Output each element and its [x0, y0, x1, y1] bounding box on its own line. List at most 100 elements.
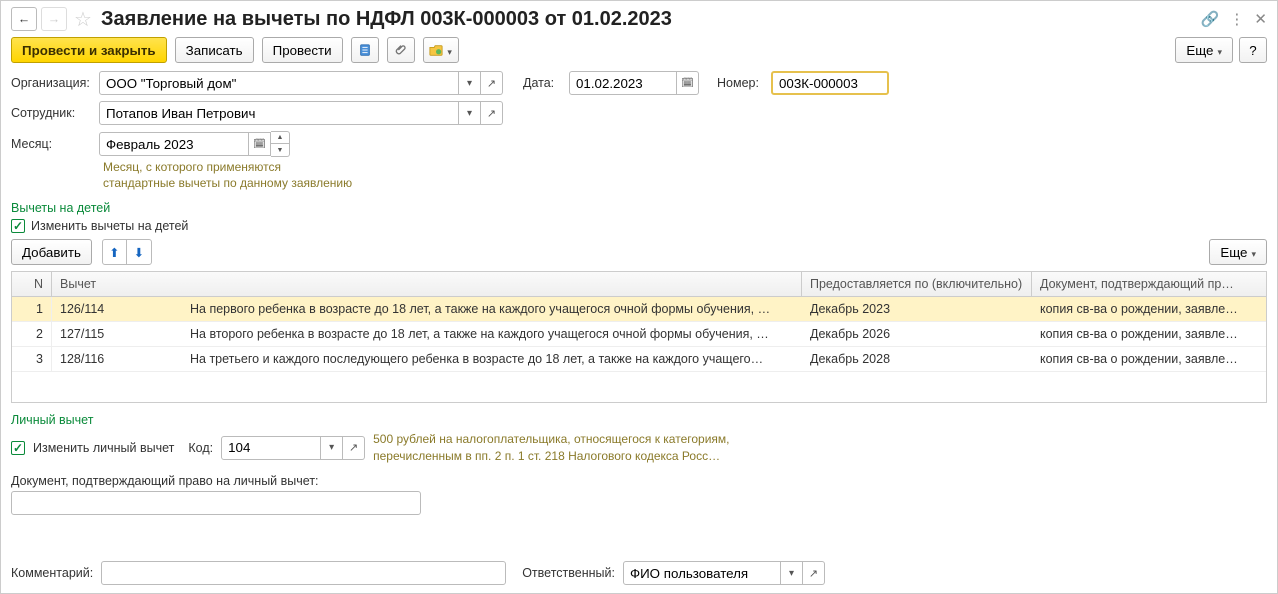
- grid-header: N Вычет Предоставляется по (включительно…: [12, 272, 1266, 297]
- cell-n: 2: [12, 322, 52, 346]
- chevron-down-icon: [1213, 43, 1222, 58]
- section-children-title: Вычеты на детей: [11, 201, 1267, 215]
- number-input[interactable]: [771, 71, 889, 95]
- label-comment: Комментарий:: [11, 566, 93, 580]
- open-icon: ↗: [487, 77, 496, 90]
- cell-until: Декабрь 2026: [802, 322, 1032, 346]
- label-code: Код:: [188, 441, 213, 455]
- report-icon-button[interactable]: [351, 37, 379, 63]
- change-personal-label: Изменить личный вычет: [33, 441, 174, 455]
- children-toolbar: Добавить ⬆ ⬇ Еще: [11, 239, 1267, 265]
- post-and-close-button[interactable]: Провести и закрыть: [11, 37, 167, 63]
- table-row[interactable]: 3128/116На третьего и каждого последующе…: [12, 347, 1266, 372]
- post-button[interactable]: Провести: [262, 37, 343, 63]
- org-input[interactable]: [99, 71, 459, 95]
- page-title: Заявление на вычеты по НДФЛ 003К-000003 …: [101, 8, 672, 31]
- cell-until: Декабрь 2028: [802, 347, 1032, 371]
- employee-input[interactable]: [99, 101, 459, 125]
- change-children-label: Изменить вычеты на детей: [31, 219, 188, 233]
- titlebar: ← → ☆ Заявление на вычеты по НДФЛ 003К-0…: [11, 7, 1267, 31]
- table-row[interactable]: 1126/114На первого ребенка в возрасте до…: [12, 297, 1266, 322]
- open-icon: ↗: [487, 107, 496, 120]
- label-month: Месяц:: [11, 137, 93, 151]
- change-children-checkbox[interactable]: ✓: [11, 219, 25, 233]
- label-org: Организация:: [11, 76, 93, 90]
- col-header-doc[interactable]: Документ, подтверждающий пр…: [1032, 272, 1266, 296]
- change-personal-checkbox[interactable]: ✓: [11, 441, 25, 455]
- month-up-button[interactable]: ▲: [271, 132, 289, 144]
- children-grid[interactable]: N Вычет Предоставляется по (включительно…: [11, 271, 1267, 403]
- personal-hint: 500 рублей на налогоплательщика, относящ…: [373, 431, 729, 463]
- window-root: ← → ☆ Заявление на вычеты по НДФЛ 003К-0…: [0, 0, 1278, 594]
- add-row-button[interactable]: Добавить: [11, 239, 92, 265]
- col-header-until[interactable]: Предоставляется по (включительно): [802, 272, 1032, 296]
- date-picker-button[interactable]: 🗓: [677, 71, 699, 95]
- cell-desc: На второго ребенка в возрасте до 18 лет,…: [182, 322, 802, 346]
- open-icon: ↗: [349, 441, 358, 454]
- responsible-open-button[interactable]: ↗: [803, 561, 825, 585]
- cell-code: 128/116: [52, 347, 182, 371]
- kebab-menu-icon[interactable]: ⋮: [1229, 10, 1244, 28]
- personal-code-open-button[interactable]: ↗: [343, 436, 365, 460]
- cell-doc: копия св-ва о рождении, заявле…: [1032, 297, 1266, 321]
- responsible-input[interactable]: [623, 561, 781, 585]
- link-icon[interactable]: 🔗: [1201, 10, 1220, 28]
- row-personal: ✓ Изменить личный вычет Код: ▾ ↗ 500 руб…: [11, 431, 1267, 463]
- cell-doc: копия св-ва о рождении, заявле…: [1032, 322, 1266, 346]
- paperclip-icon: [394, 43, 408, 57]
- attachment-icon-button[interactable]: [387, 37, 415, 63]
- children-more-button[interactable]: Еще: [1209, 239, 1267, 265]
- close-icon[interactable]: ✕: [1254, 10, 1267, 28]
- help-button[interactable]: ?: [1239, 37, 1267, 63]
- nav-forward-button[interactable]: →: [41, 7, 67, 31]
- personal-code-dropdown-button[interactable]: ▾: [321, 436, 343, 460]
- row-doc-personal: Документ, подтверждающий право на личный…: [11, 474, 1267, 515]
- label-doc-personal: Документ, подтверждающий право на личный…: [11, 474, 1267, 488]
- nav-back-button[interactable]: ←: [11, 7, 37, 31]
- calendar-icon: 🗓: [681, 78, 694, 89]
- bottom-row: Комментарий: Ответственный: ▾ ↗: [11, 561, 1267, 585]
- cell-code: 127/115: [52, 322, 182, 346]
- main-toolbar: Провести и закрыть Записать Провести Еще…: [11, 37, 1267, 63]
- employee-dropdown-button[interactable]: ▾: [459, 101, 481, 125]
- save-button[interactable]: Записать: [175, 37, 254, 63]
- chevron-down-icon: [1247, 245, 1256, 260]
- cell-doc: копия св-ва о рождении, заявле…: [1032, 347, 1266, 371]
- doc-personal-input[interactable]: [11, 491, 421, 515]
- personal-code-input[interactable]: [221, 436, 321, 460]
- favorite-icon[interactable]: ☆: [71, 7, 95, 31]
- month-down-button[interactable]: ▼: [271, 144, 289, 156]
- date-input[interactable]: [569, 71, 677, 95]
- folder-action-icon: [429, 43, 443, 57]
- move-up-button[interactable]: ⬆: [103, 240, 127, 264]
- actions-icon-button[interactable]: [423, 37, 459, 63]
- cell-n: 1: [12, 297, 52, 321]
- label-employee: Сотрудник:: [11, 106, 93, 120]
- document-icon: [358, 43, 372, 57]
- org-open-button[interactable]: ↗: [481, 71, 503, 95]
- comment-input[interactable]: [101, 561, 506, 585]
- responsible-dropdown-button[interactable]: ▾: [781, 561, 803, 585]
- cell-code: 126/114: [52, 297, 182, 321]
- row-employee: Сотрудник: ▾ ↗: [11, 101, 1267, 125]
- cell-n: 3: [12, 347, 52, 371]
- chevron-down-icon: [443, 43, 452, 58]
- label-responsible: Ответственный:: [522, 566, 615, 580]
- employee-open-button[interactable]: ↗: [481, 101, 503, 125]
- cell-desc: На первого ребенка в возрасте до 18 лет,…: [182, 297, 802, 321]
- move-down-button[interactable]: ⬇: [127, 240, 151, 264]
- col-header-n[interactable]: N: [12, 272, 52, 296]
- row-org-date-number: Организация: ▾ ↗ Дата: 🗓 Номер:: [11, 71, 1267, 95]
- more-button[interactable]: Еще: [1175, 37, 1233, 63]
- month-hint: Месяц, с которого применяются стандартны…: [103, 159, 1267, 191]
- month-picker-button[interactable]: 🗓: [249, 132, 271, 156]
- move-row-buttons: ⬆ ⬇: [102, 239, 152, 265]
- month-input[interactable]: [99, 132, 249, 156]
- col-header-code[interactable]: Вычет: [52, 272, 802, 296]
- row-change-children: ✓ Изменить вычеты на детей: [11, 219, 1267, 233]
- label-number: Номер:: [717, 76, 765, 90]
- org-dropdown-button[interactable]: ▾: [459, 71, 481, 95]
- row-month: Месяц: 🗓 ▲ ▼: [11, 131, 1267, 157]
- calendar-icon: 🗓: [253, 139, 266, 150]
- table-row[interactable]: 2127/115На второго ребенка в возрасте до…: [12, 322, 1266, 347]
